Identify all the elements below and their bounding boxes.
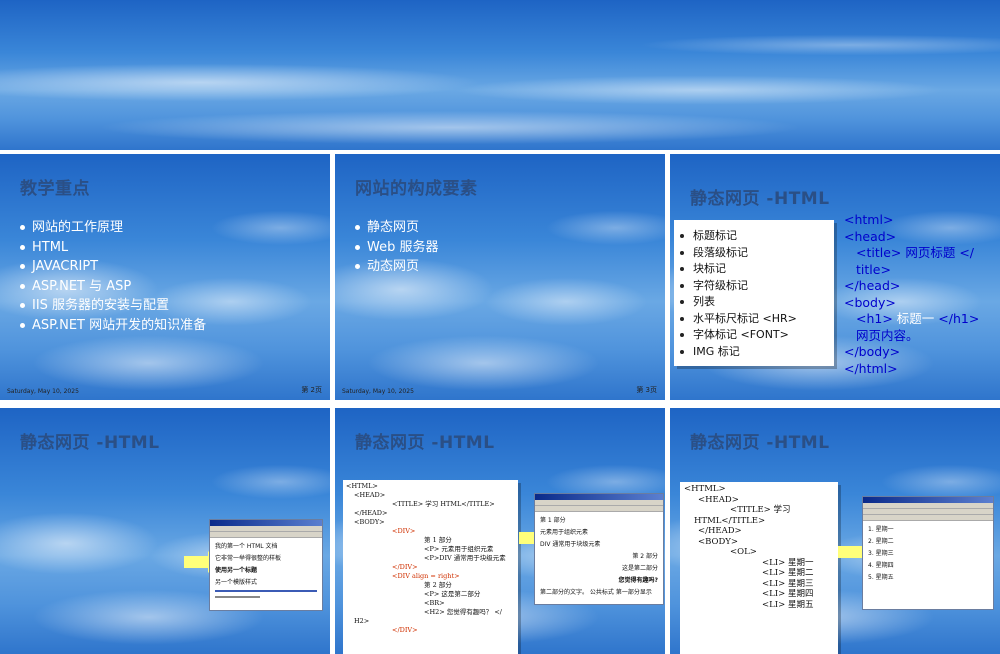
slide-title: 静态网页 -HTML: [690, 189, 830, 209]
slide-thumbnail-7[interactable]: 静态网页 -HTML <HTML> <HEAD> <TITLE> 学习 HTML…: [670, 408, 1000, 654]
bullet-icon: [20, 322, 25, 328]
list-item: 字符级标记: [680, 278, 834, 295]
title-slide-background: [0, 0, 1000, 150]
slide-title: 静态网页 -HTML: [690, 433, 830, 453]
list-item: JAVACRIPT: [20, 257, 206, 277]
slide-page-number: 第 2页: [301, 386, 322, 394]
list-item: IMG 标记: [680, 344, 834, 361]
slide-thumbnail-3[interactable]: 网站的构成要素 静态网页 Web 服务器 动态网页 Saturday, May …: [335, 154, 665, 400]
browser-text: 另一个模版样式: [215, 579, 258, 586]
bullet-icon: [20, 264, 25, 269]
slide-title: 静态网页 -HTML: [355, 433, 495, 453]
list-item: 动态网页: [355, 257, 438, 277]
bullet-icon: [355, 244, 360, 250]
list-item: 字体标记 <FONT>: [680, 327, 834, 344]
slide-thumbnail-4[interactable]: 静态网页 -HTML 标题标记 段落级标记 块标记 字符级标记 列表 水平标尺标…: [670, 154, 1000, 400]
code-line: </html>: [844, 360, 898, 376]
slide-date: Saturday, May 10, 2025: [7, 388, 79, 395]
slide-title: 教学重点: [20, 179, 90, 199]
list-item: 网站的工作原理: [20, 218, 206, 238]
code-line: title>: [856, 261, 891, 277]
bullet-icon: [680, 333, 684, 337]
list-item: 静态网页: [355, 218, 438, 238]
bullet-icon: [680, 267, 684, 271]
arrow-right-icon: [184, 551, 218, 573]
list-item: IIS 服务器的安装与配置: [20, 296, 206, 316]
slide-page-number: 第 3页: [636, 386, 657, 394]
code-line: 网页内容。: [856, 327, 919, 343]
bullet-icon: [680, 349, 684, 354]
code-line: <head>: [844, 228, 897, 244]
slide-thumbnail-2[interactable]: 教学重点 网站的工作原理 HTML JAVACRIPT ASP.NET 与 AS…: [0, 154, 330, 400]
code-line: </body>: [844, 344, 901, 359]
bullet-icon: [20, 303, 25, 308]
bullet-icon: [355, 264, 360, 269]
browser-text: 我的第一个 HTML 文档: [215, 543, 278, 550]
list-item: 块标记: [680, 261, 834, 278]
bullet-icon: [680, 283, 684, 288]
list-item: 水平标尺标记 <HR>: [680, 311, 834, 328]
html-code-sample: <HTML> <HEAD> <TITLE> 学习 HTML</TITLE> </…: [343, 480, 518, 654]
html-code-sample: <html> <head> <title> 网页标题 </ title> </h…: [844, 212, 979, 377]
bullet-list: 网站的工作原理 HTML JAVACRIPT ASP.NET 与 ASP IIS…: [20, 218, 206, 335]
slide-date: Saturday, May 10, 2025: [342, 388, 414, 395]
bullet-icon: [20, 225, 25, 230]
browser-text: 使用另一个标题: [215, 567, 258, 574]
code-line: <title> 网页标题 </: [856, 245, 975, 260]
slide-title: 网站的构成要素: [355, 179, 478, 199]
html-code-sample: <HTML> <HEAD> <TITLE> 学习 HTML</TITLE> </…: [680, 482, 838, 654]
list-item: Web 服务器: [355, 238, 438, 258]
list-item: ASP.NET 与 ASP: [20, 277, 206, 297]
code-line: <html>: [844, 212, 894, 227]
list-item: 列表: [680, 294, 834, 311]
code-line: <h1> 标题一 </h1>: [856, 311, 980, 326]
bullet-icon: [680, 234, 684, 238]
browser-window-screenshot: 我的第一个 HTML 文档 它非常一举得很整的样板 使用另一个标题 另一个模版样…: [209, 519, 323, 611]
browser-window-screenshot: 第 1 部分 元素用于组织元素 DIV 通常用于块级元素 第 2 部分 这是第二…: [534, 493, 664, 605]
bullet-icon: [20, 283, 25, 289]
bullet-icon: [20, 244, 25, 250]
bullet-icon: [680, 250, 684, 255]
list-item: 标题标记: [680, 228, 834, 245]
list-item: HTML: [20, 238, 206, 258]
list-item: ASP.NET 网站开发的知识准备: [20, 316, 206, 336]
slide-thumbnail-6[interactable]: 静态网页 -HTML <HTML> <HEAD> <TITLE> 学习 HTML…: [335, 408, 665, 654]
slide-title: 静态网页 -HTML: [20, 433, 160, 453]
tag-list: 标题标记 段落级标记 块标记 字符级标记 列表 水平标尺标记 <HR> 字体标记…: [674, 228, 834, 360]
browser-window-screenshot: 1. 星期一 2. 星期二 3. 星期三 4. 星期四 5. 星期五: [862, 496, 994, 610]
arrow-right-icon: [838, 541, 872, 563]
browser-text: 它非常一举得很整的样板: [215, 555, 282, 562]
list-item: 段落级标记: [680, 245, 834, 262]
code-line: <body>: [844, 294, 896, 310]
bullet-icon: [680, 300, 684, 304]
bullet-icon: [680, 316, 684, 321]
code-line: </head>: [844, 278, 901, 293]
bullet-icon: [355, 225, 360, 230]
html-tags-box: 标题标记 段落级标记 块标记 字符级标记 列表 水平标尺标记 <HR> 字体标记…: [674, 220, 834, 366]
slide-thumbnail-5[interactable]: 静态网页 -HTML 我的第一个 HTML 文档 它非常一举得很整的样板 使用另…: [0, 408, 330, 654]
bullet-list: 静态网页 Web 服务器 动态网页: [355, 218, 438, 277]
